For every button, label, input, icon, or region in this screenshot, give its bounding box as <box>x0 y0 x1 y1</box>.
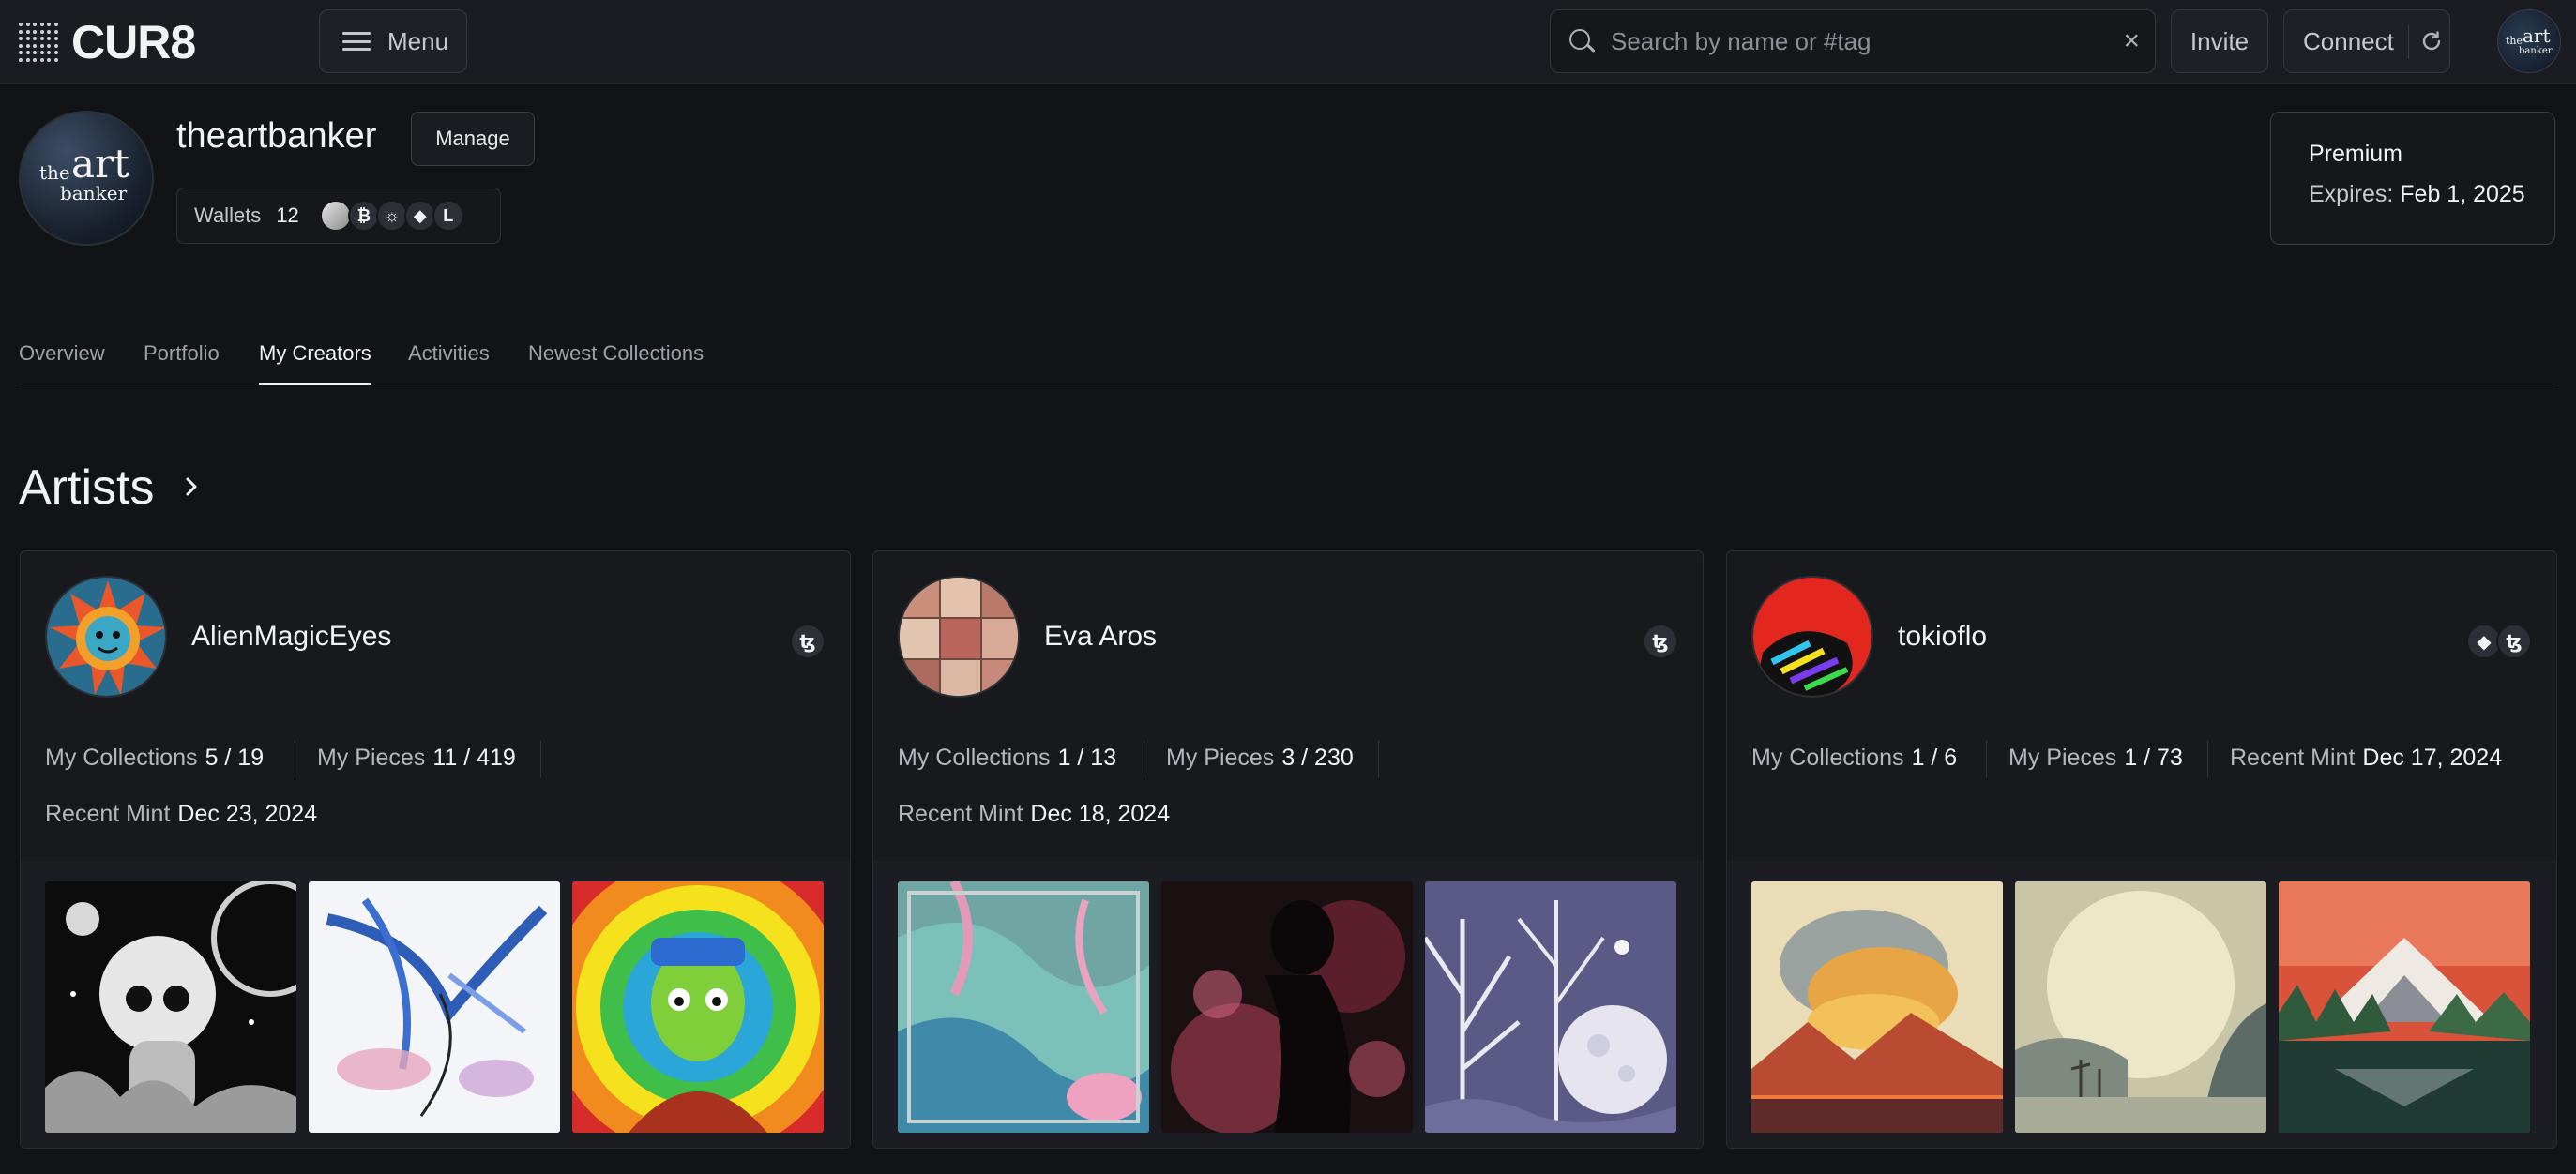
tab-activities[interactable]: Activities <box>408 341 490 384</box>
artist-card[interactable]: tokioflo ◆ ꜩ My Collections 1 / 6 My Piec… <box>1726 550 2557 1149</box>
avatar-word-banker: banker <box>60 182 128 204</box>
stat-recent-mint: Recent Mint Dec 23, 2024 <box>45 801 318 827</box>
stat-my-pieces: My Pieces 3 / 230 <box>1166 745 1354 771</box>
artist-chains: ꜩ <box>1643 624 1678 659</box>
cur8-logo[interactable]: CUR8 <box>19 16 196 68</box>
manage-button[interactable]: Manage <box>411 112 535 166</box>
refresh-icon[interactable] <box>2419 29 2444 53</box>
artwork-thumbnail[interactable] <box>1161 881 1413 1133</box>
stat-recent-mint: Recent Mint Dec 18, 2024 <box>898 801 1171 827</box>
artwork-thumbnail[interactable] <box>2279 881 2530 1133</box>
chevron-right-icon[interactable] <box>184 473 201 501</box>
profile-avatar: the art banker <box>19 111 154 246</box>
hamburger-icon <box>342 32 371 51</box>
svg-text:banker: banker <box>2519 46 2553 56</box>
search-icon <box>1568 27 1596 55</box>
avatar-word-art: art <box>71 141 129 187</box>
tezos-icon: ꜩ <box>1643 624 1678 659</box>
tezos-icon: ꜩ <box>790 624 826 659</box>
tezos-icon: ꜩ <box>2496 624 2532 659</box>
artist-chains: ꜩ <box>790 624 826 659</box>
artwork-thumbnail[interactable] <box>898 881 1149 1133</box>
artwork-thumbnail[interactable] <box>2015 881 2266 1133</box>
profile-tabs: Overview Portfolio My Creators Activitie… <box>19 341 2555 385</box>
sun-chain-icon: ☼ <box>375 200 408 232</box>
artwork-thumbnails <box>21 861 850 1148</box>
premium-title: Premium <box>2309 141 2403 167</box>
artwork-thumbnail[interactable] <box>309 881 560 1133</box>
clear-icon[interactable]: × <box>2123 27 2140 55</box>
artist-avatar[interactable] <box>898 576 1020 698</box>
stat-my-collections: My Collections 1 / 13 <box>898 745 1117 771</box>
section-title[interactable]: Artists <box>19 459 154 516</box>
user-avatar-button[interactable]: the art banker <box>2497 9 2561 73</box>
stat-recent-mint: Recent Mint Dec 17, 2024 <box>2230 745 2503 771</box>
artwork-thumbnails <box>873 861 1703 1148</box>
premium-expiry: Expires: Feb 1, 2025 <box>2309 181 2554 208</box>
menu-label: Menu <box>387 26 449 55</box>
stat-my-pieces: My Pieces 1 / 73 <box>2008 745 2183 771</box>
artwork-thumbnail[interactable] <box>45 881 296 1133</box>
connect-divider <box>2408 25 2409 59</box>
l-chain-icon: L <box>432 200 464 232</box>
artwork-thumbnail[interactable] <box>572 881 824 1133</box>
artist-card[interactable]: Eva Aros ꜩ My Collections 1 / 13 My Piece… <box>872 550 1704 1149</box>
profile-username: theartbanker <box>176 116 377 156</box>
premium-expires-label: Expires: <box>2309 181 2394 207</box>
artwork-thumbnails <box>1727 861 2556 1148</box>
svg-text:art: art <box>2523 24 2551 47</box>
logo-dot-grid-icon <box>19 23 58 62</box>
artist-name[interactable]: AlienMagicEyes <box>191 621 391 653</box>
avatar-art-icon: the art banker <box>2506 24 2553 56</box>
invite-button[interactable]: Invite <box>2171 9 2268 73</box>
connect-label: Connect <box>2303 26 2394 55</box>
tab-overview[interactable]: Overview <box>19 341 105 384</box>
avatar-word-the: the <box>39 161 70 184</box>
coin-icon <box>319 200 352 232</box>
tab-portfolio[interactable]: Portfolio <box>144 341 220 384</box>
artist-name[interactable]: Eva Aros <box>1044 621 1157 653</box>
connect-button[interactable]: Connect <box>2283 9 2450 73</box>
stat-my-pieces: My Pieces 11 / 419 <box>317 745 516 771</box>
ethereum-icon: ◆ <box>403 200 436 232</box>
wallets-label: Wallets <box>194 203 262 227</box>
premium-expires-value: Feb 1, 2025 <box>2400 181 2525 207</box>
top-bar: CUR8 Menu × Invite Connect the art banke… <box>0 0 2576 84</box>
artist-avatar[interactable] <box>1751 576 1873 698</box>
wallets-count: 12 <box>276 203 299 227</box>
menu-button[interactable]: Menu <box>319 9 467 73</box>
stat-my-collections: My Collections 5 / 19 <box>45 745 265 771</box>
tab-my-creators[interactable]: My Creators <box>259 341 371 385</box>
wallets-summary[interactable]: Wallets 12 ₿ ☼ ◆ L <box>176 188 501 244</box>
artist-name[interactable]: tokioflo <box>1898 621 1987 653</box>
logo-text: CUR8 <box>71 16 196 68</box>
search-input[interactable] <box>1611 26 2099 56</box>
wallet-chain-icons: ₿ ☼ ◆ L <box>319 200 464 232</box>
artwork-thumbnail[interactable] <box>1751 881 2003 1133</box>
artist-avatar[interactable] <box>45 576 167 698</box>
artwork-thumbnail[interactable] <box>1425 881 1676 1133</box>
stat-my-collections: My Collections 1 / 6 <box>1751 745 1958 771</box>
premium-status-card: Premium Expires: Feb 1, 2025 <box>2270 112 2555 245</box>
artist-chains: ◆ ꜩ <box>2466 624 2532 659</box>
bitcoin-icon: ₿ <box>347 200 380 232</box>
artist-card[interactable]: AlienMagicEyes ꜩ My Collections 5 / 19 My… <box>20 550 851 1149</box>
search-box: × <box>1550 9 2156 73</box>
tab-newest-collections[interactable]: Newest Collections <box>528 341 704 384</box>
